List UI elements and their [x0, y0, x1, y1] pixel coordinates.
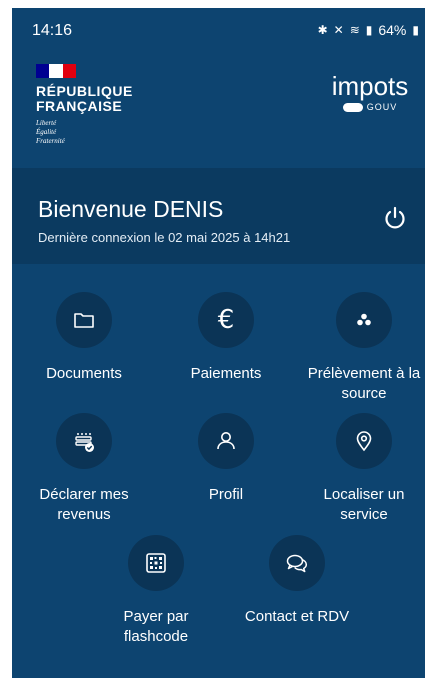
motto: Liberté Égalité Fraternité	[36, 119, 65, 145]
menu-label: Déclarer mes revenus	[39, 486, 129, 523]
menu-label: Payer par flashcode	[123, 608, 189, 645]
impots-gouv-logo: impots GOUV	[329, 72, 411, 112]
location-pin-icon	[356, 431, 372, 452]
power-icon[interactable]	[381, 204, 409, 232]
menu-contact[interactable]: Contact et RDV	[233, 535, 361, 627]
menu-label: Localiser un service	[323, 486, 405, 523]
status-bar: 14:16 ✱ ✕ ≋ ▮ 64% ▮	[12, 8, 425, 52]
republique-title: RÉPUBLIQUE FRANÇAISE	[36, 83, 133, 114]
bluetooth-icon: ✱	[317, 23, 328, 37]
battery-icon: ▮	[412, 23, 419, 37]
dots-icon	[357, 313, 371, 326]
brand-sub: GOUV	[366, 102, 398, 112]
brand-name: impots	[331, 71, 409, 101]
menu-label: Prélèvement à la source	[307, 365, 421, 402]
menu-localiser[interactable]: Localiser un service	[304, 413, 424, 525]
status-icons: ✱ ✕ ≋ ▮ 64% ▮	[318, 22, 419, 38]
menu-paiements[interactable]: € Paiements	[162, 292, 290, 384]
welcome-title: Bienvenue DENIS	[38, 196, 224, 222]
menu-label: Contact et RDV	[244, 608, 350, 625]
signal-icon: ▮	[365, 23, 373, 37]
chat-bubbles-icon	[286, 554, 308, 573]
euro-icon: €	[217, 305, 235, 335]
app-screen: 14:16 ✱ ✕ ≋ ▮ 64% ▮ RÉPUBLIQUE FRANÇAISE…	[12, 8, 425, 678]
status-time: 14:16	[32, 22, 73, 39]
menu-prelevement[interactable]: Prélèvement à la source	[304, 292, 424, 404]
menu-label: Profil	[208, 486, 244, 503]
menu-label: Paiements	[190, 365, 262, 382]
person-icon	[217, 432, 235, 450]
menu-profil[interactable]: Profil	[162, 413, 290, 505]
republique-francaise-logo: RÉPUBLIQUE FRANÇAISE Liberté Égalité Fra…	[36, 64, 133, 146]
last-login-text: Dernière connexion le 02 mai 2025 à 14h2…	[38, 230, 291, 245]
gouv-pill-icon	[342, 102, 363, 112]
wifi-icon: ≋	[349, 23, 360, 37]
folder-icon	[74, 313, 94, 328]
qr-code-icon	[146, 553, 166, 573]
menu-documents[interactable]: Documents	[20, 292, 148, 384]
menu-label: Documents	[46, 365, 122, 382]
battery-level: 64%	[378, 22, 407, 38]
menu-declarer[interactable]: Déclarer mes revenus	[20, 413, 148, 525]
mute-icon: ✕	[333, 23, 344, 37]
welcome-banner: Bienvenue DENIS Dernière connexion le 02…	[12, 168, 425, 264]
flag-icon	[36, 64, 76, 78]
menu-flashcode[interactable]: Payer par flashcode	[92, 535, 220, 647]
app-header: RÉPUBLIQUE FRANÇAISE Liberté Égalité Fra…	[12, 52, 425, 172]
declaration-icon	[75, 433, 94, 452]
